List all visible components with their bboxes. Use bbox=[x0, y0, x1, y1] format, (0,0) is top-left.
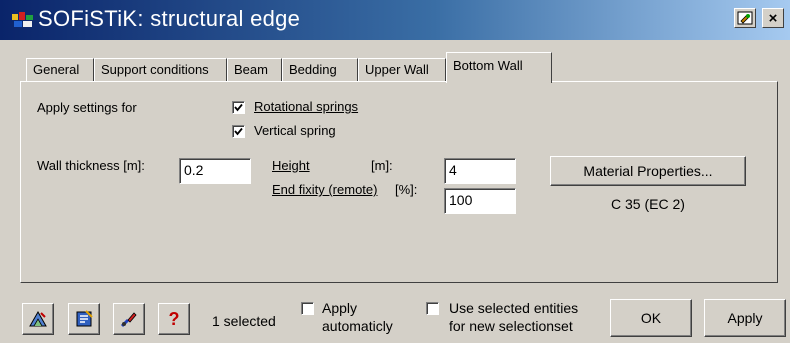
apply-automatically-line2[interactable]: automaticly bbox=[322, 318, 393, 334]
end-fixity-input[interactable]: 100 bbox=[444, 188, 516, 214]
tab-label: Upper Wall bbox=[365, 62, 429, 77]
material-name: C 35 (EC 2) bbox=[611, 196, 685, 212]
pick-structure-icon bbox=[29, 310, 47, 327]
pick-structure-button[interactable] bbox=[22, 303, 54, 335]
filter-selection-icon bbox=[76, 310, 93, 327]
vertical-spring-label[interactable]: Vertical spring bbox=[254, 123, 336, 138]
apply-automatically-checkbox[interactable] bbox=[301, 302, 314, 315]
tab-bottom-wall[interactable]: Bottom Wall bbox=[446, 52, 552, 83]
tab-beam[interactable]: Beam bbox=[227, 58, 282, 82]
end-fixity-text: End fixity (remote) bbox=[272, 182, 378, 197]
filter-selection-button[interactable] bbox=[68, 303, 100, 335]
tab-label: Bottom Wall bbox=[453, 58, 523, 73]
checkmark-icon bbox=[234, 127, 243, 136]
height-label: Height bbox=[272, 158, 310, 173]
material-properties-button[interactable]: Material Properties... bbox=[550, 156, 746, 186]
pin-icon bbox=[737, 11, 753, 25]
material-properties-label: Material Properties... bbox=[583, 163, 713, 179]
use-selected-entities-line1[interactable]: Use selected entities bbox=[449, 300, 578, 316]
tab-general[interactable]: General bbox=[26, 58, 94, 82]
help-button[interactable]: ? bbox=[158, 303, 190, 335]
checkmark-icon bbox=[234, 103, 243, 112]
bottom-wall-panel: Apply settings for Rotational springs Ve… bbox=[20, 81, 778, 283]
selected-count: 1 selected bbox=[212, 313, 276, 329]
ok-button[interactable]: OK bbox=[610, 299, 692, 337]
end-fixity-unit-label: [%]: bbox=[395, 182, 418, 197]
tab-bedding[interactable]: Bedding bbox=[282, 58, 358, 82]
end-fixity-label: End fixity (remote) bbox=[272, 182, 377, 197]
vertical-spring-checkbox[interactable] bbox=[232, 125, 245, 138]
tab-label: Beam bbox=[234, 62, 268, 77]
tab-label: Support conditions bbox=[101, 62, 209, 77]
apply-button[interactable]: Apply bbox=[704, 299, 786, 337]
rotational-springs-checkbox[interactable] bbox=[232, 101, 245, 114]
tab-label: Bedding bbox=[289, 62, 337, 77]
close-icon: × bbox=[768, 9, 778, 27]
sofistik-logo-icon bbox=[12, 12, 33, 27]
height-unit-label: [m]: bbox=[371, 158, 393, 173]
apply-automatically-line1[interactable]: Apply bbox=[322, 300, 357, 316]
wall-thickness-input[interactable]: 0.2 bbox=[179, 158, 251, 184]
apply-settings-label: Apply settings for bbox=[37, 100, 137, 115]
paint-selection-button[interactable] bbox=[113, 303, 145, 335]
paint-selection-icon bbox=[120, 312, 137, 328]
tab-upper-wall[interactable]: Upper Wall bbox=[358, 58, 446, 82]
use-selected-entities-checkbox[interactable] bbox=[426, 302, 439, 315]
wall-thickness-label: Wall thickness [m]: bbox=[37, 158, 145, 173]
use-selected-entities-line2[interactable]: for new selectionset bbox=[449, 318, 573, 334]
tab-label: General bbox=[33, 62, 80, 77]
window-title: SOFiSTiK: structural edge bbox=[38, 6, 301, 31]
height-input[interactable]: 4 bbox=[444, 158, 516, 184]
context-help-button[interactable] bbox=[734, 8, 756, 28]
close-button[interactable]: × bbox=[762, 8, 784, 28]
help-icon: ? bbox=[168, 308, 180, 329]
tab-support-conditions[interactable]: Support conditions bbox=[94, 58, 227, 82]
rotational-springs-label[interactable]: Rotational springs bbox=[254, 99, 358, 114]
title-bar[interactable]: SOFiSTiK: structural edge × bbox=[0, 0, 790, 40]
